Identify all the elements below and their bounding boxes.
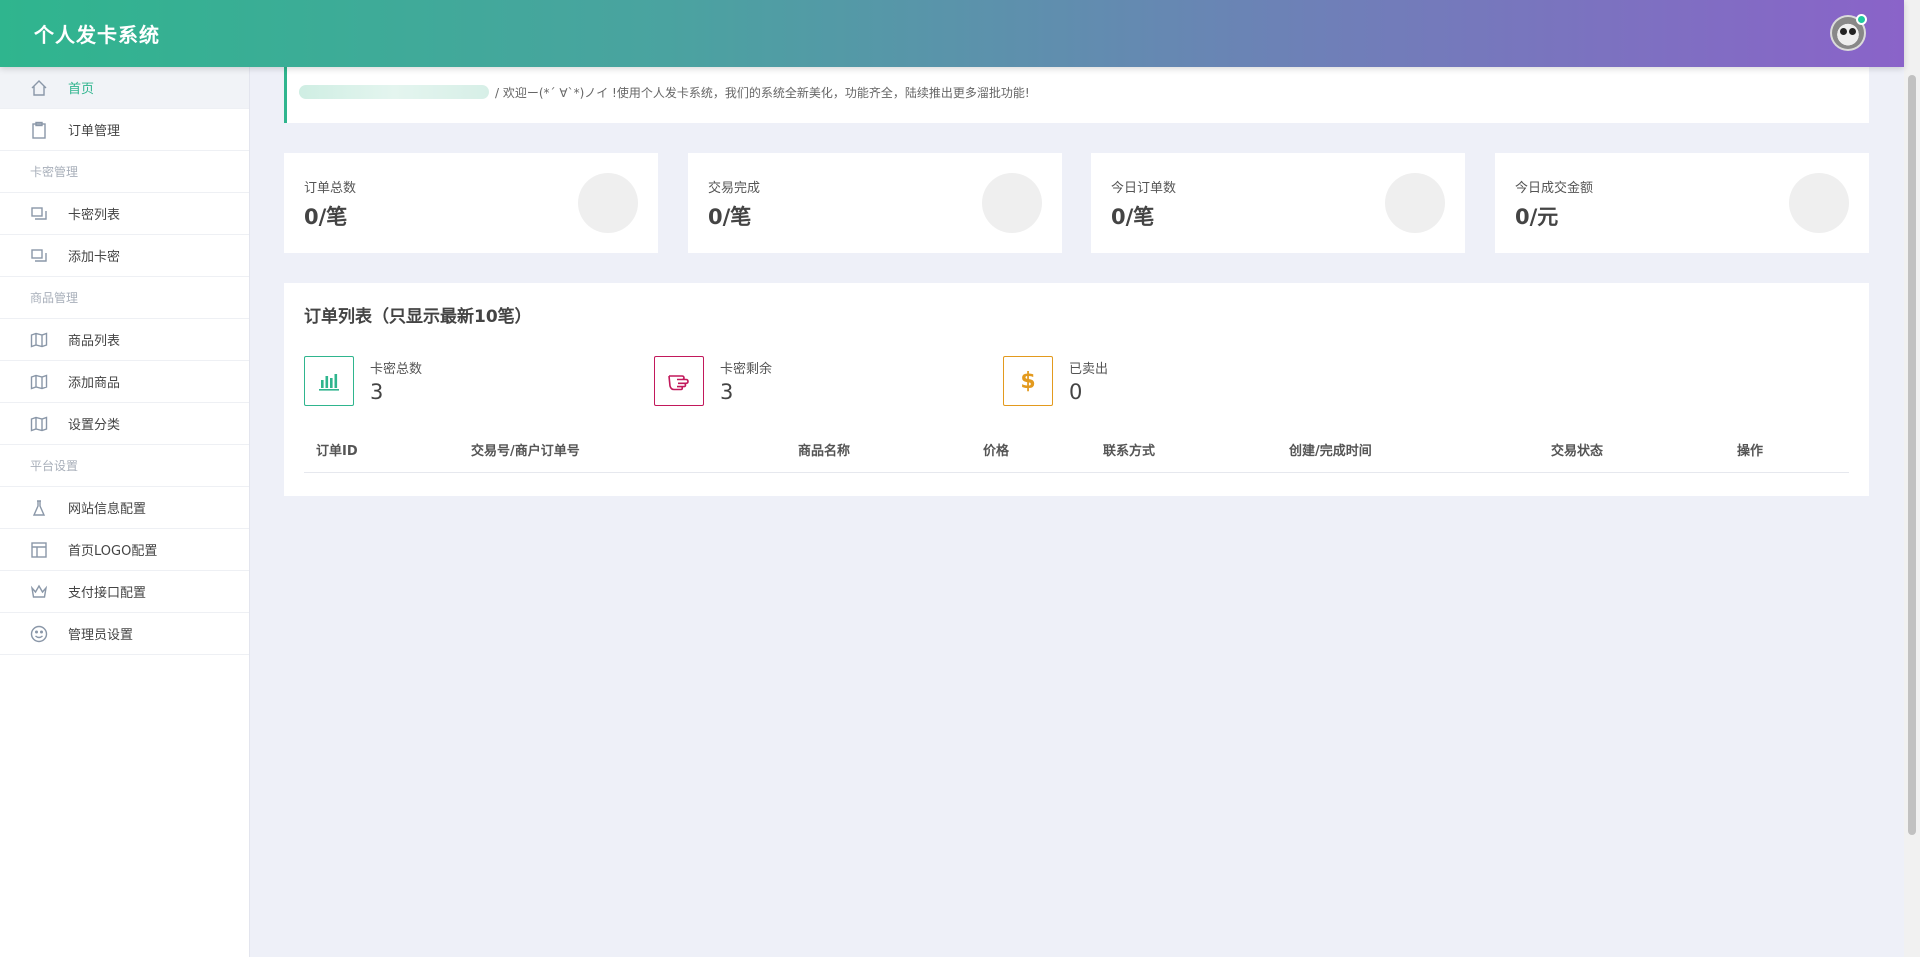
top-header: 个人发卡系统 xyxy=(0,0,1904,67)
orders-panel: 订单列表（只显示最新10笔） 卡密总数 3 卡密剩余 3 $ 已卖出 0 订单I… xyxy=(284,283,1869,496)
sidebar-group-products: 商品管理 xyxy=(0,277,249,319)
sidebar-item-label: 网站信息配置 xyxy=(68,502,147,517)
map-icon xyxy=(30,374,48,390)
column-header-contact[interactable]: 联系方式 xyxy=(1103,440,1155,459)
layout-icon xyxy=(31,542,47,558)
column-header-order-id[interactable]: 订单ID xyxy=(316,440,358,459)
sidebar-item-label: 首页LOGO配置 xyxy=(68,544,158,559)
stat-value: 0/元 xyxy=(1515,205,1559,229)
stat-label: 订单总数 xyxy=(304,181,357,196)
avatar-eye-right xyxy=(1849,28,1856,35)
welcome-message: / 欢迎ー(*´ ∀`*)ノイ !使用个人发卡系统，我们的系统全新美化，功能齐全… xyxy=(495,86,1030,100)
flask-icon xyxy=(32,500,46,516)
sidebar-item-label: 管理员设置 xyxy=(68,628,134,643)
stat-placeholder-circle xyxy=(982,173,1042,233)
stat-card-today-amount: 今日成交金额 0/元 xyxy=(1495,153,1869,253)
stat-label: 今日订单数 xyxy=(1111,181,1177,196)
column-header-trade-no[interactable]: 交易号/商户订单号 xyxy=(471,440,580,459)
sidebar-item-card-list[interactable]: 卡密列表 xyxy=(0,193,249,235)
column-header-product-name[interactable]: 商品名称 xyxy=(798,440,850,459)
stat-value: 0/笔 xyxy=(708,205,752,229)
summary-value: 3 xyxy=(370,380,384,404)
column-header-status[interactable]: 交易状态 xyxy=(1551,440,1603,459)
cards-icon xyxy=(31,249,47,262)
sidebar-item-label: 首页 xyxy=(68,82,95,97)
sidebar-item-label: 添加卡密 xyxy=(68,250,121,265)
avatar-eye-left xyxy=(1840,28,1847,35)
sidebar-item-logo-config[interactable]: 首页LOGO配置 xyxy=(0,529,249,571)
bar-chart-icon xyxy=(304,356,354,406)
map-icon xyxy=(30,416,48,432)
map-icon xyxy=(30,332,48,348)
sidebar-group-cards: 卡密管理 xyxy=(0,151,249,193)
sidebar-item-add-card[interactable]: 添加卡密 xyxy=(0,235,249,277)
sidebar-item-label: 设置分类 xyxy=(68,418,121,433)
summary-label: 卡密总数 xyxy=(370,362,423,377)
sidebar-item-label: 添加商品 xyxy=(68,376,121,391)
clipboard-icon xyxy=(32,121,46,139)
stat-label: 交易完成 xyxy=(708,181,761,196)
sidebar-item-set-category[interactable]: 设置分类 xyxy=(0,403,249,445)
cards-icon xyxy=(31,207,47,220)
sidebar-item-label: 订单管理 xyxy=(68,124,121,139)
home-icon xyxy=(31,80,47,96)
online-status-dot xyxy=(1856,14,1867,25)
summary-value: 3 xyxy=(720,380,734,404)
hand-pointing-icon xyxy=(654,356,704,406)
sidebar-group-platform: 平台设置 xyxy=(0,445,249,487)
stat-card-completed: 交易完成 0/笔 xyxy=(688,153,1062,253)
column-header-price[interactable]: 价格 xyxy=(983,440,1009,459)
sidebar-item-home[interactable]: 首页 xyxy=(0,67,249,109)
sidebar-item-add-product[interactable]: 添加商品 xyxy=(0,361,249,403)
sidebar-item-label: 商品列表 xyxy=(68,334,121,349)
dollar-icon: $ xyxy=(1003,356,1053,406)
sidebar-item-label: 卡密列表 xyxy=(68,208,121,223)
stat-value: 0/笔 xyxy=(304,205,348,229)
sidebar-item-admin-settings[interactable]: 管理员设置 xyxy=(0,613,249,655)
stat-card-today-orders: 今日订单数 0/笔 xyxy=(1091,153,1465,253)
stat-card-total-orders: 订单总数 0/笔 xyxy=(284,153,658,253)
stat-placeholder-circle xyxy=(578,173,638,233)
sidebar-item-orders[interactable]: 订单管理 xyxy=(0,109,249,151)
orders-title: 订单列表（只显示最新10笔） xyxy=(304,307,532,327)
app-title[interactable]: 个人发卡系统 xyxy=(34,19,160,48)
avatar[interactable] xyxy=(1830,14,1867,51)
page-scrollbar[interactable] xyxy=(1904,0,1920,957)
sidebar-item-label: 支付接口配置 xyxy=(68,586,147,601)
scrollbar-thumb[interactable] xyxy=(1908,75,1916,835)
smile-icon xyxy=(30,625,48,643)
breadcrumb-redacted xyxy=(299,85,489,99)
summary-value: 0 xyxy=(1069,380,1083,404)
stat-label: 今日成交金额 xyxy=(1515,181,1594,196)
sidebar-item-product-list[interactable]: 商品列表 xyxy=(0,319,249,361)
stat-value: 0/笔 xyxy=(1111,205,1155,229)
column-header-time[interactable]: 创建/完成时间 xyxy=(1289,440,1372,459)
stat-placeholder-circle xyxy=(1789,173,1849,233)
column-header-actions[interactable]: 操作 xyxy=(1737,440,1763,459)
summary-label: 卡密剩余 xyxy=(720,362,773,377)
orders-table-header: 订单ID 交易号/商户订单号 商品名称 价格 联系方式 创建/完成时间 交易状态… xyxy=(304,440,1849,473)
sidebar: 首页 订单管理 卡密管理 卡密列表 添加卡密 商品管理 商品列表 添加商品 设置… xyxy=(0,67,250,957)
stat-placeholder-circle xyxy=(1385,173,1445,233)
sidebar-item-site-info[interactable]: 网站信息配置 xyxy=(0,487,249,529)
summary-label: 已卖出 xyxy=(1069,362,1109,377)
sidebar-item-payment-config[interactable]: 支付接口配置 xyxy=(0,571,249,613)
crown-icon xyxy=(30,584,48,598)
